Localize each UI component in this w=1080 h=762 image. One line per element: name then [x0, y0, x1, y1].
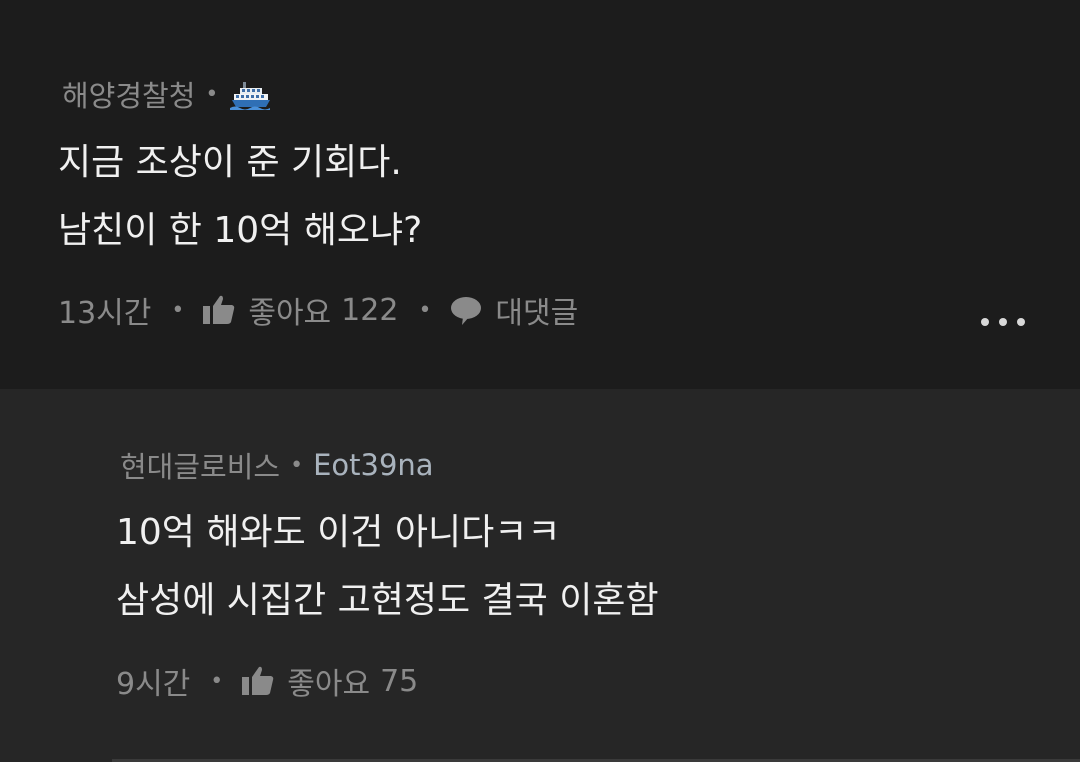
- comment-meta: 13시간 • 좋아요 122 • 대댓글: [58, 288, 578, 332]
- like-count: 75: [380, 663, 419, 699]
- comment-text-line: 삼성에 시집간 고현정도 결국 이혼함: [116, 580, 659, 621]
- comment-card: 해양경찰청 • 지금 조상이 준 기회다. 남친이 한 10억 해오냐? 13시…: [0, 0, 1080, 389]
- like-count: 122: [341, 292, 399, 328]
- author-name[interactable]: 해양경찰청: [62, 73, 195, 115]
- like-label[interactable]: 좋아요: [287, 659, 370, 703]
- more-options-button[interactable]: [978, 302, 1028, 342]
- reply-card: 현대글로비스 • Eot39na 10억 해와도 이건 아니다ㅋㅋ 삼성에 시집…: [0, 389, 1080, 762]
- thumbs-up-icon[interactable]: [202, 294, 236, 326]
- separator-dot: •: [210, 668, 224, 694]
- comment-header: 현대글로비스 • Eot39na: [120, 443, 434, 487]
- ship-icon: [230, 76, 272, 112]
- comment-text-line: 10억 해와도 이건 아니다ㅋㅋ: [116, 512, 561, 553]
- timestamp: 13시간: [58, 296, 152, 331]
- author-tag: Eot39na: [313, 448, 434, 482]
- more-dots-icon: [981, 318, 1025, 326]
- thumbs-up-icon[interactable]: [241, 665, 275, 697]
- comment-text-line: 지금 조상이 준 기회다.: [58, 142, 402, 183]
- speech-bubble-icon[interactable]: [449, 294, 483, 326]
- separator-dot: •: [171, 297, 185, 323]
- timestamp: 9시간: [116, 667, 191, 702]
- like-label[interactable]: 좋아요: [248, 288, 331, 332]
- separator-dot: •: [205, 81, 219, 107]
- separator-dot: •: [418, 297, 432, 323]
- comment-text-line: 남친이 한 10억 해오냐?: [58, 210, 423, 251]
- separator-dot: •: [290, 452, 304, 478]
- author-name[interactable]: 현대글로비스: [120, 444, 280, 486]
- reply-button[interactable]: 대댓글: [495, 288, 578, 332]
- comment-header: 해양경찰청 •: [62, 72, 272, 116]
- comment-meta: 9시간 • 좋아요 75: [116, 659, 418, 703]
